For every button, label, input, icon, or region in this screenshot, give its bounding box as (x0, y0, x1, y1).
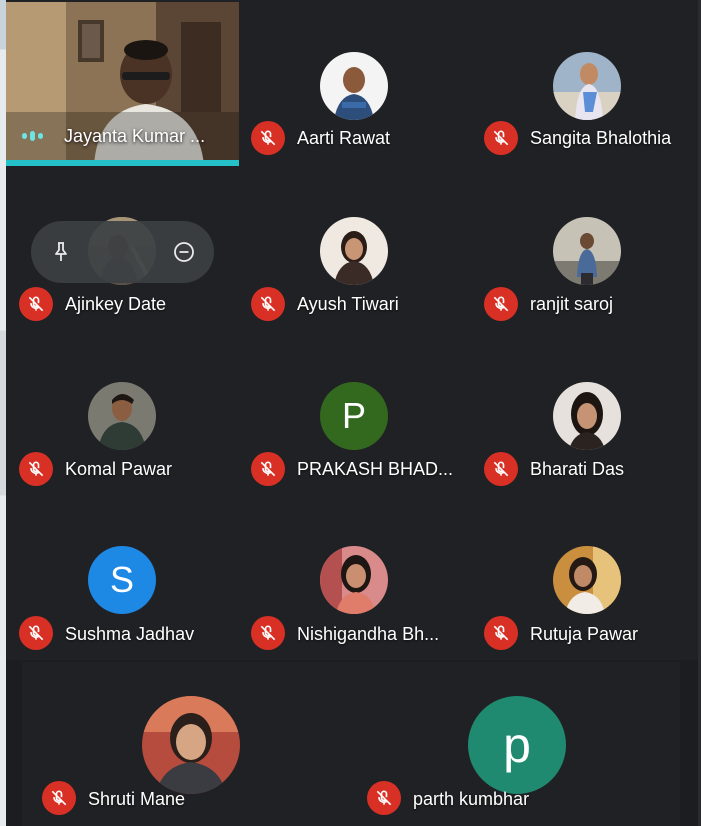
participant-name: Aarti Rawat (297, 128, 391, 148)
participant-name: ranjit saroj (530, 294, 614, 314)
participant-name: parth kumbhar (413, 789, 530, 809)
mic-off-icon (251, 287, 285, 321)
participant-avatar-letter: P (320, 382, 388, 450)
mic-off-icon (484, 287, 518, 321)
mic-off-icon (19, 287, 53, 321)
speaking-indicator-bar (6, 160, 239, 166)
participant-name: Bharati Das (530, 459, 625, 479)
mic-off-icon (484, 616, 518, 650)
participant-name: Sushma Jadhav (65, 624, 195, 644)
participant-name: Sangita Bhalothia (530, 128, 672, 148)
mic-off-icon (19, 616, 53, 650)
participant-name: Komal Pawar (65, 459, 173, 479)
participant-name: Rutuja Pawar (530, 624, 639, 644)
mic-off-icon (484, 452, 518, 486)
minus-circle-icon[interactable] (164, 232, 204, 272)
participant-avatar-shruti (142, 696, 240, 794)
participant-avatar-letter: S (88, 546, 156, 614)
participant-name: PRAKASH BHAD... (297, 459, 454, 479)
participant-name: Ayush Tiwari (297, 294, 399, 314)
participant-avatar-rutuja (553, 546, 621, 614)
participant-avatar-komal (88, 382, 156, 450)
participant-avatar-letter: p (468, 696, 566, 794)
participant-avatar-nishigandha (320, 546, 388, 614)
pin-icon[interactable] (41, 232, 81, 272)
participant-name: Ajinkey Date (65, 294, 167, 314)
participant-avatar-ranjit (553, 217, 621, 285)
participant-avatar-ayush (320, 217, 388, 285)
participant-name: Nishigandha Bh... (297, 624, 440, 644)
participant-avatar-bharati (553, 382, 621, 450)
mic-off-icon (251, 616, 285, 650)
mic-off-icon (19, 452, 53, 486)
participant-avatar-aarti (320, 52, 388, 120)
mic-off-icon (484, 121, 518, 155)
participant-avatar-sangita (553, 52, 621, 120)
speaking-waveform-icon (22, 131, 43, 141)
mic-off-icon (251, 452, 285, 486)
mic-off-icon (367, 781, 401, 815)
participant-name: Shruti Mane (88, 789, 186, 809)
mic-off-icon (251, 121, 285, 155)
active-speaker-name: Jayanta Kumar ... (64, 126, 206, 146)
mic-off-icon (42, 781, 76, 815)
